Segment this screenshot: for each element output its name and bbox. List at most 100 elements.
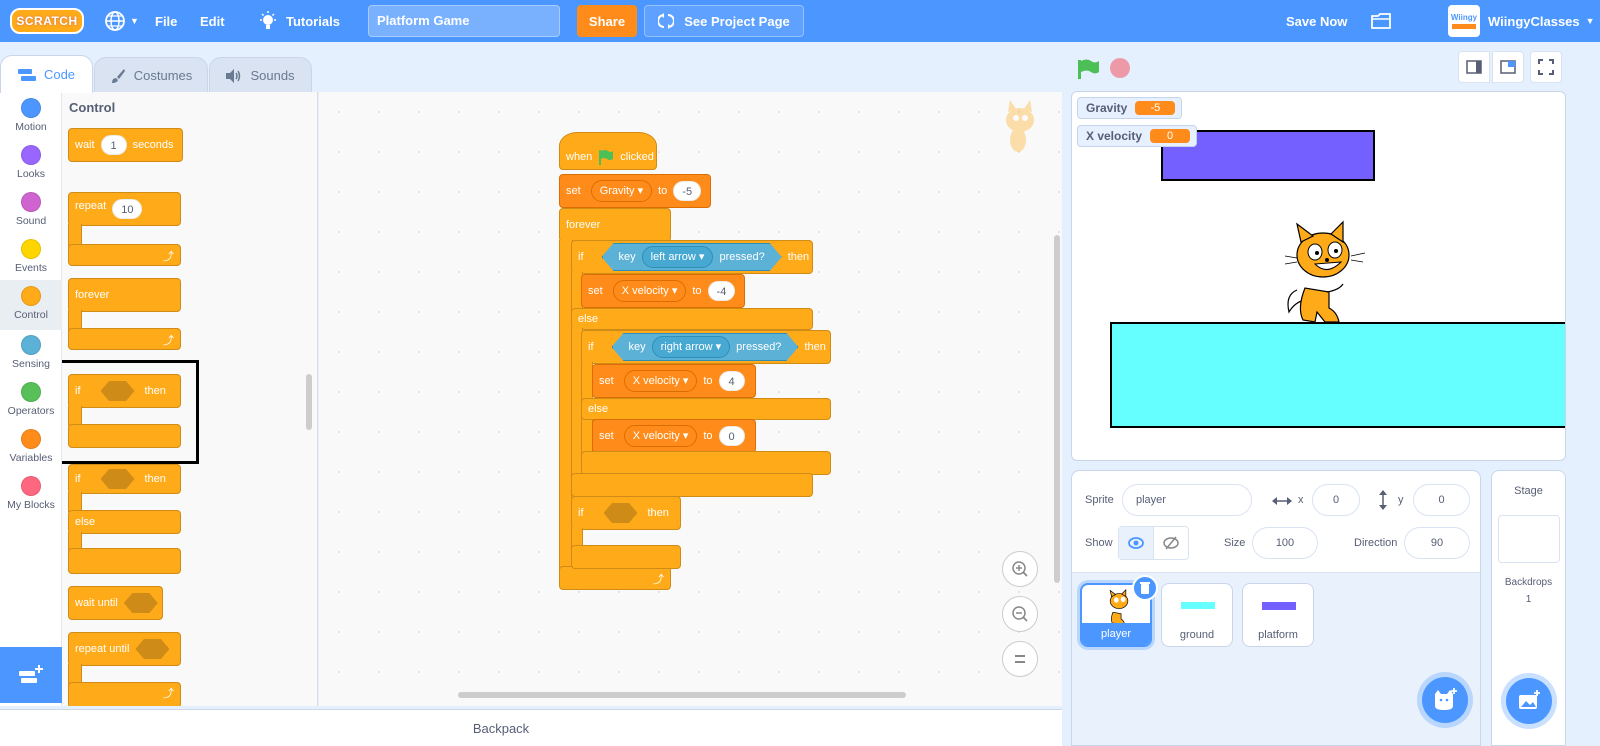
when-flag-clicked-block[interactable]: when clicked [559,132,657,170]
condition-slot[interactable] [603,503,638,523]
green-flag-button[interactable] [1077,58,1101,80]
tab-code[interactable]: Code [0,55,93,93]
show-button[interactable] [1119,527,1154,559]
condition-slot[interactable] [135,639,170,659]
key-pressed-block[interactable]: key left arrow ▾ pressed? [602,243,782,271]
category-sound[interactable]: Sound [0,188,62,236]
player-cat-sprite[interactable] [1267,220,1367,325]
size-input[interactable]: 100 [1252,527,1318,559]
wait-seconds-input[interactable]: 1 [100,135,127,155]
set-gravity-block[interactable]: set Gravity ▾ to -5 [559,174,711,208]
project-title-input[interactable]: Platform Game [368,5,560,37]
key-pressed-block[interactable]: key right arrow ▾ pressed? [612,333,799,361]
set-x-velocity-block[interactable]: set X velocity ▾ to 4 [592,364,756,398]
tab-costumes[interactable]: Costumes [94,57,208,93]
hide-button[interactable] [1154,527,1189,559]
variable-dropdown[interactable]: X velocity ▾ [623,370,698,392]
key-dropdown[interactable]: left arrow ▾ [642,246,714,268]
backpack[interactable]: Backpack [0,709,1062,746]
category-my-blocks[interactable]: My Blocks [0,472,62,520]
my-stuff-button[interactable] [1370,0,1392,42]
x-velocity-monitor[interactable]: X velocity 0 [1077,125,1198,147]
empty-if-block[interactable]: if then [571,496,681,530]
palette-wait-until-block[interactable]: wait until [68,586,163,620]
choose-backdrop-button[interactable] [1506,678,1552,724]
variable-dropdown[interactable]: X velocity ▾ [612,280,687,302]
platform-thumbnail [1262,602,1296,610]
zoom-in-button[interactable] [1002,551,1038,587]
palette-forever-block[interactable]: forever [68,278,181,312]
workspace-vertical-scrollbar[interactable] [1054,235,1060,583]
globe-icon [105,11,125,31]
stop-button[interactable] [1110,58,1130,78]
edit-menu[interactable]: Edit [200,0,225,42]
palette-if-else-block[interactable]: if then [68,464,181,494]
palette-repeat-block[interactable]: repeat 10 [68,192,181,226]
delete-sprite-button[interactable] [1132,575,1158,601]
scratch-logo[interactable]: SCRATCH [10,8,84,34]
backdrop-thumbnail[interactable] [1497,515,1560,563]
category-sensing[interactable]: Sensing [0,331,62,379]
gravity-monitor[interactable]: Gravity -5 [1077,97,1183,119]
if-right-arrow-block[interactable]: if key right arrow ▾ pressed? then [581,330,831,364]
tutorials-button[interactable]: Tutorials [258,0,340,42]
speaker-icon [226,68,241,83]
share-button[interactable]: Share [577,5,637,37]
category-operators[interactable]: Operators [0,378,62,426]
user-avatar[interactable]: Wiingy [1448,5,1480,37]
ground-sprite[interactable] [1110,322,1565,428]
palette-repeat-until-block[interactable]: repeat until [68,632,181,666]
condition-slot[interactable] [100,469,135,489]
forever-bottom: ⤴ [559,566,671,590]
gravity-value-input[interactable]: -5 [673,181,702,201]
script-workspace[interactable]: when clicked set Gravity ▾ to -5 forever… [319,92,1062,706]
account-menu[interactable]: WiingyClasses ▼ [1488,0,1595,42]
y-position-input[interactable]: 0 [1413,484,1470,516]
forever-block[interactable]: forever [559,208,671,242]
eye-slash-icon [1163,536,1179,550]
sprite-tile-ground[interactable]: ground [1161,583,1233,647]
repeat-block-bottom: ⤴ [68,244,181,266]
small-stage-button[interactable] [1458,51,1490,83]
repeat-count-input[interactable]: 10 [112,199,143,219]
normal-stage-button[interactable] [1492,51,1524,83]
category-control[interactable]: Control [0,280,62,330]
workspace-horizontal-scrollbar[interactable] [458,692,906,698]
set-x-velocity-block[interactable]: set X velocity ▾ to 0 [592,419,756,453]
sprite-name-input[interactable]: player [1122,484,1252,516]
save-now-button[interactable]: Save Now [1286,0,1347,42]
choose-sprite-button[interactable] [1422,677,1468,723]
stage-selector[interactable]: Stage Backdrops 1 [1491,470,1566,746]
key-dropdown[interactable]: right arrow ▾ [652,336,731,358]
stage-canvas[interactable]: Gravity -5 X velocity 0 [1071,91,1566,461]
direction-input[interactable]: 90 [1404,527,1470,559]
category-variables[interactable]: Variables [0,425,62,473]
category-looks[interactable]: Looks [0,141,62,189]
language-menu[interactable]: ▼ [104,0,139,42]
x-velocity-value-input[interactable]: -4 [707,281,736,301]
zoom-reset-button[interactable] [1002,641,1038,677]
sprite-tile-platform[interactable]: platform [1242,583,1314,647]
stage-panel-title: Stage [1514,485,1543,497]
palette-wait-block[interactable]: wait 1 seconds [68,128,183,162]
variable-dropdown[interactable]: X velocity ▾ [623,425,698,447]
set-x-velocity-block[interactable]: set X velocity ▾ to -4 [581,274,745,308]
palette-scrollbar[interactable] [306,374,312,430]
see-project-page-button[interactable]: See Project Page [644,5,804,37]
add-extension-button[interactable] [0,647,62,703]
variable-dropdown[interactable]: Gravity ▾ [590,180,653,202]
x-position-input[interactable]: 0 [1312,484,1360,516]
x-velocity-value-input[interactable]: 0 [718,426,745,446]
fullscreen-button[interactable] [1530,51,1562,83]
category-events[interactable]: Events [0,235,62,283]
zoom-out-button[interactable] [1002,596,1038,632]
x-velocity-value-input[interactable]: 4 [718,371,745,391]
tab-sounds[interactable]: Sounds [209,57,312,93]
menu-bar: SCRATCH ▼ File Edit Tutorials Platform G… [0,0,1600,42]
eye-icon [1127,537,1144,549]
visibility-toggle [1118,526,1189,560]
category-motion[interactable]: Motion [0,94,62,142]
file-menu[interactable]: File [155,0,177,42]
condition-slot[interactable] [123,593,158,613]
if-left-arrow-block[interactable]: if key left arrow ▾ pressed? then [571,240,813,274]
